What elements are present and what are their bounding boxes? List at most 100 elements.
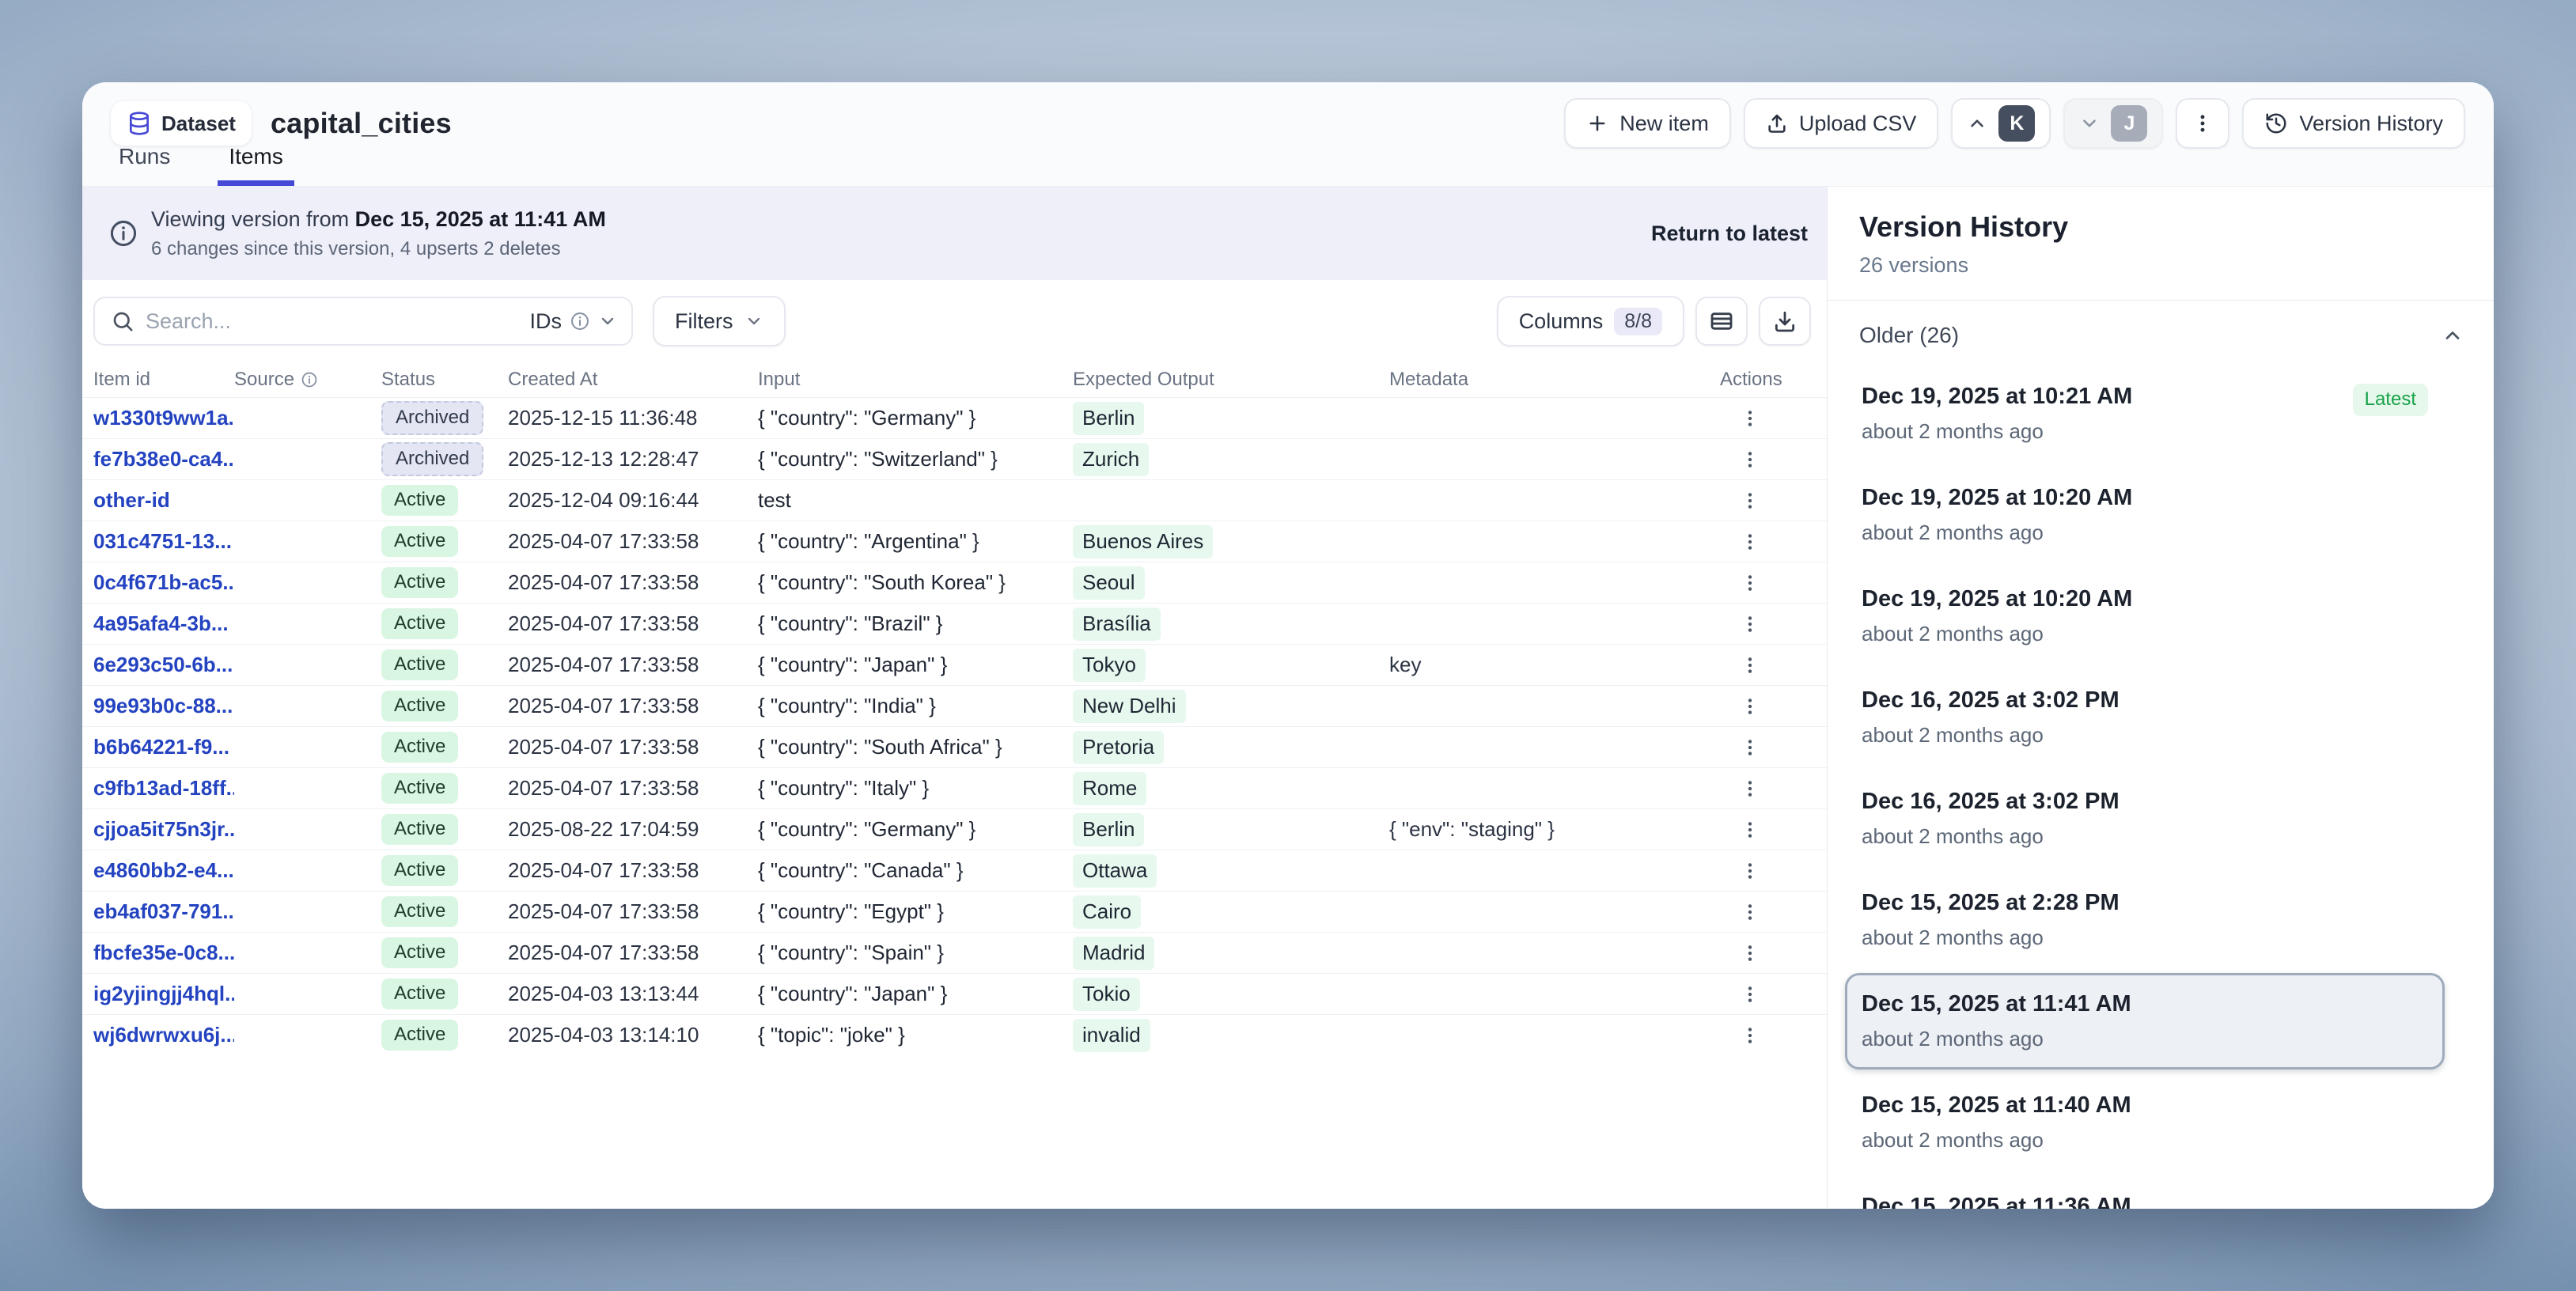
status-cell: Active: [381, 526, 508, 557]
item-id-link[interactable]: cjjoa5it75n3jr...: [93, 817, 234, 842]
version-list-item[interactable]: Dec 15, 2025 at 11:40 AM about 2 months …: [1845, 1074, 2445, 1171]
row-actions-button[interactable]: [1731, 482, 1769, 520]
item-id-link[interactable]: 031c4751-13...: [93, 529, 234, 554]
filters-button[interactable]: Filters: [653, 296, 786, 346]
table-row[interactable]: c9fb13ad-18ff... Active 2025-04-07 17:33…: [82, 767, 1827, 808]
table-row[interactable]: fbcfe35e-0c8... Active 2025-04-07 17:33:…: [82, 932, 1827, 973]
table-row[interactable]: e4860bb2-e4... Active 2025-04-07 17:33:5…: [82, 850, 1827, 891]
item-id-link[interactable]: e4860bb2-e4...: [93, 858, 234, 883]
row-actions-button[interactable]: [1731, 564, 1769, 602]
upload-csv-button[interactable]: Upload CSV: [1744, 98, 1939, 149]
item-id-link[interactable]: wj6dwrwxu6j...: [93, 1023, 234, 1047]
table-row[interactable]: cjjoa5it75n3jr... Active 2025-08-22 17:0…: [82, 808, 1827, 850]
table-row[interactable]: w1330t9ww1a... Archived 2025-12-15 11:36…: [82, 397, 1827, 438]
older-section-header[interactable]: Older (26): [1828, 301, 2494, 356]
version-list-item[interactable]: Dec 16, 2025 at 3:02 PM about 2 months a…: [1845, 770, 2445, 867]
status-cell: Active: [381, 773, 508, 804]
table-row[interactable]: 0c4f671b-ac5... Active 2025-04-07 17:33:…: [82, 562, 1827, 603]
search-input[interactable]: [146, 309, 519, 334]
download-button[interactable]: [1759, 297, 1811, 346]
item-id-link[interactable]: other-id: [93, 488, 234, 513]
table-row[interactable]: other-id Active 2025-12-04 09:16:44 test: [82, 479, 1827, 521]
metadata-cell: { "env": "staging" }: [1389, 817, 1720, 842]
created-at-cell: 2025-04-07 17:33:58: [508, 694, 758, 718]
status-cell: Active: [381, 691, 508, 721]
table-row[interactable]: eb4af037-791... Active 2025-04-07 17:33:…: [82, 891, 1827, 932]
chevron-down-icon: [598, 312, 617, 331]
version-list-item[interactable]: Dec 15, 2025 at 2:28 PM about 2 months a…: [1845, 872, 2445, 968]
item-id-link[interactable]: 6e293c50-6b...: [93, 653, 234, 677]
created-at-cell: 2025-04-03 13:14:10: [508, 1023, 758, 1047]
version-list-item[interactable]: Dec 15, 2025 at 11:41 AM about 2 months …: [1845, 973, 2445, 1070]
item-id-link[interactable]: 4a95afa4-3b...: [93, 611, 234, 636]
item-id-link[interactable]: ig2yjingjj4hql...: [93, 982, 234, 1006]
return-to-latest-link[interactable]: Return to latest: [1651, 221, 1808, 246]
created-at-cell: 2025-04-03 13:13:44: [508, 982, 758, 1006]
row-actions-button[interactable]: [1731, 646, 1769, 684]
item-id-link[interactable]: w1330t9ww1a...: [93, 406, 234, 430]
row-actions-button[interactable]: [1731, 975, 1769, 1013]
expected-output-value: Tokyo: [1073, 649, 1146, 682]
columns-button[interactable]: Columns 8/8: [1497, 296, 1684, 346]
input-cell: { "country": "Japan" }: [758, 982, 1073, 1006]
table-header-row: Item id Source Status Created At Input E…: [82, 362, 1827, 397]
item-id-link[interactable]: 0c4f671b-ac5...: [93, 570, 234, 595]
chevron-down-icon: [744, 312, 763, 331]
status-badge: Active: [381, 485, 458, 516]
item-id-link[interactable]: fbcfe35e-0c8...: [93, 941, 234, 965]
status-badge: Archived: [381, 401, 483, 435]
row-actions-button[interactable]: [1731, 934, 1769, 972]
row-actions-button[interactable]: [1731, 770, 1769, 808]
new-item-button[interactable]: New item: [1564, 98, 1731, 149]
database-icon: [127, 111, 152, 136]
version-item-age: about 2 months ago: [1862, 926, 2120, 950]
row-actions-button[interactable]: [1731, 441, 1769, 479]
tab-runs[interactable]: Runs: [108, 144, 181, 186]
row-actions-button[interactable]: [1731, 811, 1769, 849]
row-actions-button[interactable]: [1731, 687, 1769, 725]
row-actions-button[interactable]: [1731, 523, 1769, 561]
expected-output-cell: invalid: [1073, 1019, 1389, 1052]
row-actions-button[interactable]: [1731, 605, 1769, 643]
user-j-button[interactable]: J: [2063, 98, 2163, 149]
version-list-item[interactable]: Dec 19, 2025 at 10:20 AM about 2 months …: [1845, 467, 2445, 563]
table-row[interactable]: ig2yjingjj4hql... Active 2025-04-03 13:1…: [82, 973, 1827, 1014]
version-list-item[interactable]: Dec 19, 2025 at 10:21 AM about 2 months …: [1845, 365, 2445, 462]
tab-items[interactable]: Items: [218, 144, 294, 186]
table-row[interactable]: fe7b38e0-ca4... Archived 2025-12-13 12:2…: [82, 438, 1827, 479]
row-actions-button[interactable]: [1731, 1017, 1769, 1054]
row-actions-button[interactable]: [1731, 893, 1769, 931]
actions-cell: [1720, 975, 1811, 1013]
table-row[interactable]: b6b64221-f9... Active 2025-04-07 17:33:5…: [82, 726, 1827, 767]
version-history-button[interactable]: Version History: [2242, 98, 2465, 149]
row-actions-button[interactable]: [1731, 852, 1769, 890]
item-id-link[interactable]: b6b64221-f9...: [93, 735, 234, 759]
table-row[interactable]: 031c4751-13... Active 2025-04-07 17:33:5…: [82, 521, 1827, 562]
item-id-link[interactable]: c9fb13ad-18ff...: [93, 776, 234, 801]
input-cell: { "country": "South Africa" }: [758, 735, 1073, 759]
status-badge: Active: [381, 691, 458, 721]
version-list-item[interactable]: Dec 19, 2025 at 10:20 AM about 2 months …: [1845, 568, 2445, 664]
row-actions-button[interactable]: [1731, 399, 1769, 437]
version-list-item[interactable]: Dec 15, 2025 at 11:36 AM about 2 months …: [1845, 1176, 2445, 1209]
version-item-date: Dec 15, 2025 at 11:36 AM: [1862, 1194, 2131, 1209]
item-id-link[interactable]: 99e93b0c-88...: [93, 694, 234, 718]
table-row[interactable]: 4a95afa4-3b... Active 2025-04-07 17:33:5…: [82, 603, 1827, 644]
more-options-button[interactable]: [2176, 98, 2229, 149]
status-badge: Active: [381, 649, 458, 680]
row-density-button[interactable]: [1695, 297, 1748, 346]
status-cell: Active: [381, 855, 508, 886]
item-id-link[interactable]: eb4af037-791...: [93, 899, 234, 924]
row-actions-button[interactable]: [1731, 729, 1769, 767]
table-row[interactable]: wj6dwrwxu6j... Active 2025-04-03 13:14:1…: [82, 1014, 1827, 1055]
table-row[interactable]: 6e293c50-6b... Active 2025-04-07 17:33:5…: [82, 644, 1827, 685]
col-header-source: Source: [234, 369, 381, 391]
table-row[interactable]: 99e93b0c-88... Active 2025-04-07 17:33:5…: [82, 685, 1827, 726]
expected-output-value: Pretoria: [1073, 731, 1164, 764]
actions-cell: [1720, 811, 1811, 849]
ids-selector[interactable]: IDs: [530, 309, 618, 334]
item-id-link[interactable]: fe7b38e0-ca4...: [93, 447, 234, 471]
expected-output-value: Berlin: [1073, 813, 1144, 846]
version-list-item[interactable]: Dec 16, 2025 at 3:02 PM about 2 months a…: [1845, 669, 2445, 766]
user-k-button[interactable]: K: [1951, 98, 2051, 149]
